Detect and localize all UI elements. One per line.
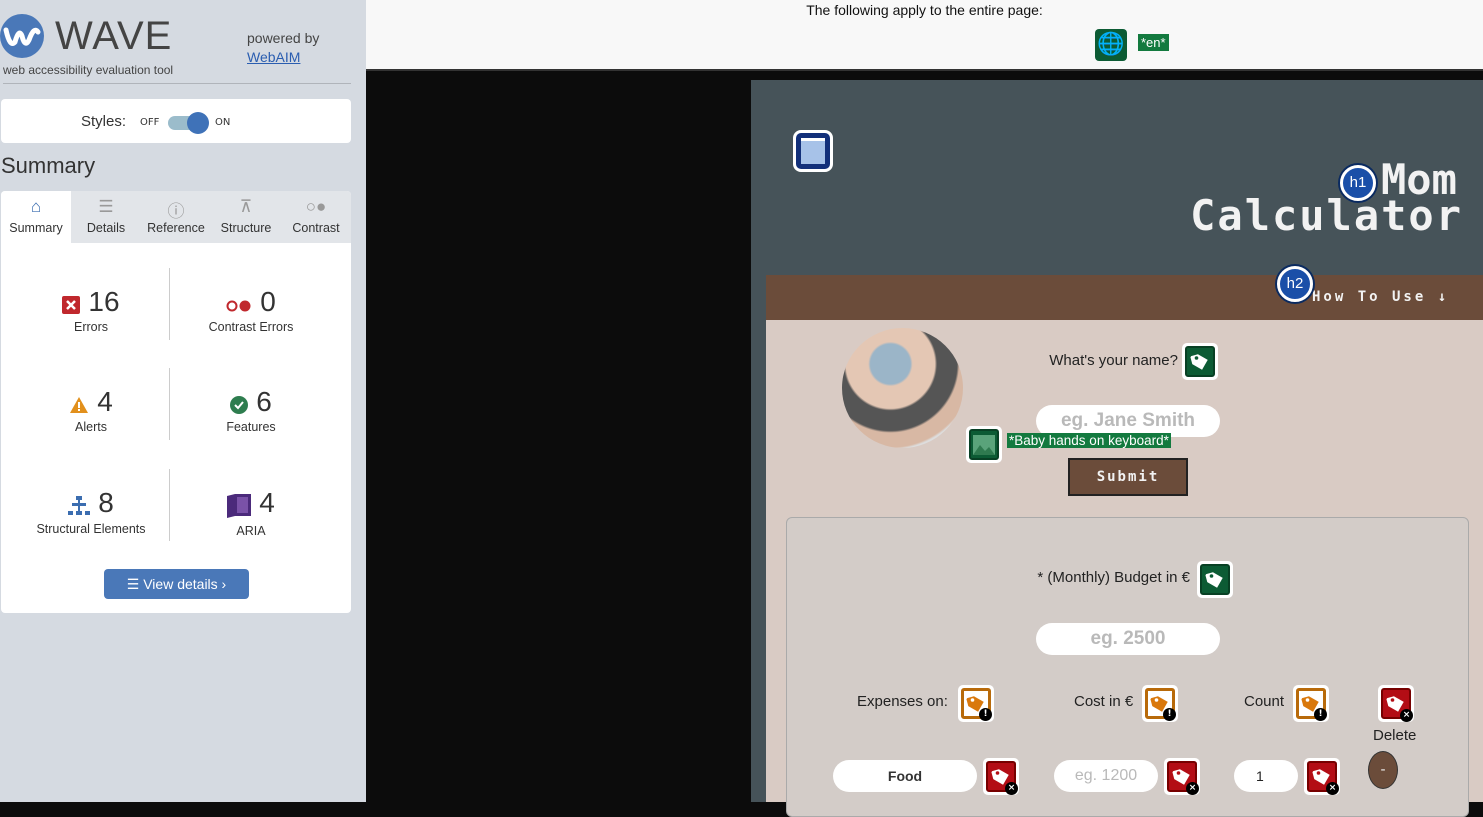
powered-by: powered by — [247, 30, 320, 46]
tab-contrast[interactable]: ○● Contrast — [281, 191, 351, 243]
styles-on-label: ON — [215, 117, 231, 128]
stat-label: Features — [226, 420, 276, 434]
stat-count: 16 — [88, 286, 120, 317]
summary-panel: ⌂ Summary ☰ Details ⓘ Reference ⊼ Structure … — [1, 191, 351, 613]
divider — [3, 83, 351, 84]
list-icon: ☰ — [126, 576, 144, 592]
tab-label: Summary — [9, 221, 63, 235]
stat-count: 4 — [97, 386, 113, 417]
tag-icon — [1205, 571, 1223, 588]
wave-subtitle: web accessibility evaluation tool — [3, 63, 174, 77]
contrast-error-icon — [226, 297, 252, 316]
stat-structural-elements[interactable]: 8 Structural Elements — [6, 487, 176, 536]
budget-fieldset: * (Monthly) Budget in € eg. 2500 Expense… — [786, 517, 1469, 817]
stat-label: Structural Elements — [36, 521, 146, 536]
wave-sidebar: WAVE web accessibility evaluation tool p… — [0, 0, 366, 802]
nav-bar: How To Use ↓ — [766, 275, 1483, 320]
tag-icon — [1190, 353, 1208, 370]
count-column-label: Count — [1244, 693, 1285, 710]
missing-label-error-icon[interactable]: × — [1164, 758, 1200, 795]
structure-icon: ⊼ — [239, 197, 253, 216]
title-line-2: Calculator — [1190, 191, 1463, 240]
tab-label: Structure — [220, 221, 272, 235]
delete-column-label: Delete — [1373, 727, 1417, 744]
tab-summary[interactable]: ⌂ Summary — [1, 191, 71, 243]
summary-heading: Summary — [1, 153, 96, 178]
orphaned-label-alert-icon[interactable]: ! — [1293, 685, 1329, 722]
missing-label-error-icon[interactable]: × — [1378, 685, 1414, 722]
structure-icon — [68, 495, 91, 520]
tab-label: Details — [86, 221, 126, 235]
webaim-link[interactable]: WebAIM — [247, 49, 300, 65]
styles-toggle-knob[interactable] — [187, 112, 209, 134]
h2-icon[interactable]: h2 — [1277, 266, 1313, 302]
orphaned-label-alert-icon[interactable]: ! — [1142, 685, 1178, 722]
styles-label: Styles: — [81, 113, 127, 130]
wave-title: WAVE — [55, 14, 173, 58]
home-icon: ⌂ — [30, 197, 42, 216]
how-to-use-link[interactable]: How To Use ↓ — [1312, 289, 1449, 305]
label-feature-icon[interactable] — [1182, 343, 1218, 380]
cost-column-label: Cost in € — [1074, 693, 1134, 710]
tab-bar: ⌂ Summary ☰ Details ⓘ Reference ⊼ Structure … — [1, 191, 351, 243]
feature-icon — [230, 395, 249, 418]
budget-input[interactable]: eg. 2500 — [1036, 623, 1220, 655]
page-wide-text: The following apply to the entire page: — [806, 2, 1043, 18]
view-details-button[interactable]: ☰ View details › — [104, 569, 249, 599]
stat-label: ARIA — [236, 523, 266, 538]
stat-features[interactable]: 6 Features — [166, 386, 336, 434]
orphaned-label-alert-icon[interactable]: ! — [958, 685, 994, 722]
missing-label-error-icon[interactable]: × — [1304, 758, 1340, 795]
stat-count: 4 — [259, 487, 275, 518]
stat-alerts[interactable]: 4 Alerts — [6, 386, 176, 434]
alert-icon — [69, 396, 89, 418]
language-label: *en* — [1138, 34, 1169, 51]
stat-label: Contrast Errors — [208, 320, 294, 334]
tab-reference[interactable]: ⓘ Reference — [141, 191, 211, 243]
missing-label-error-icon[interactable]: × — [983, 758, 1019, 795]
tab-details[interactable]: ☰ Details — [71, 191, 141, 243]
count-input[interactable]: 1 — [1234, 760, 1298, 792]
stat-errors[interactable]: 16 Errors — [6, 286, 176, 334]
error-icon — [62, 295, 81, 318]
list-icon: ☰ — [98, 197, 114, 216]
submit-button[interactable]: Submit — [1068, 458, 1188, 496]
stat-count: 6 — [256, 386, 272, 417]
delete-row-button[interactable]: - — [1368, 751, 1398, 789]
expenses-column-label: Expenses on: — [857, 693, 948, 710]
tab-structure[interactable]: ⊼ Structure — [211, 191, 281, 243]
evaluated-page: h1 Mom Calculator How To Use ↓ h2 What's… — [751, 80, 1483, 817]
baby-hands-image — [842, 328, 963, 448]
tab-label: Contrast — [292, 221, 340, 235]
tab-label: Reference — [147, 221, 205, 235]
stat-count: 8 — [98, 487, 114, 518]
stat-label: Alerts — [75, 420, 107, 434]
wave-logo-icon — [0, 14, 44, 58]
view-details-label: View details › — [143, 576, 227, 592]
info-icon: ⓘ — [167, 202, 185, 221]
landmark-header-icon[interactable] — [793, 130, 833, 172]
styles-off-label: OFF — [140, 117, 160, 128]
contrast-icon: ○● — [305, 197, 327, 216]
expense-input[interactable]: Food — [833, 760, 977, 792]
label-feature-icon[interactable] — [1197, 561, 1233, 598]
aria-icon — [227, 493, 252, 522]
globe-icon[interactable]: 🌐 — [1095, 29, 1127, 61]
image-alt-text: *Baby hands on keyboard* — [1007, 433, 1171, 448]
stat-contrast-errors[interactable]: 0 Contrast Errors — [166, 286, 336, 334]
stat-aria[interactable]: 4 ARIA — [166, 487, 336, 538]
stat-count: 0 — [260, 286, 276, 317]
cost-input[interactable]: eg. 1200 — [1054, 760, 1158, 792]
budget-label: * (Monthly) Budget in € — [1037, 569, 1190, 586]
page-wide-bar: The following apply to the entire page: … — [366, 0, 1483, 71]
stat-label: Errors — [73, 320, 109, 334]
main-content: What's your name? eg. Jane Smith *Baby h… — [766, 320, 1483, 817]
name-label: What's your name? — [1049, 352, 1178, 369]
image-alt-icon[interactable] — [966, 426, 1002, 463]
styles-toggle-card: Styles: OFF ON — [1, 99, 351, 143]
